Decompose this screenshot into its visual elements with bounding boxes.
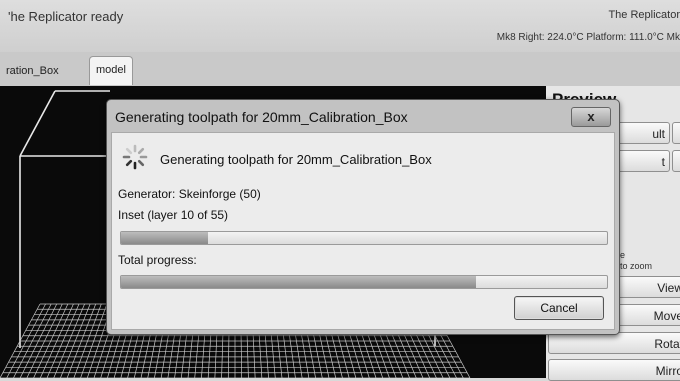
dialog-body: Generating toolpath for 20mm_Calibration… bbox=[111, 132, 615, 330]
preview-button-2[interactable] bbox=[672, 122, 680, 144]
preview-button-4[interactable] bbox=[672, 150, 680, 172]
total-progress-bar bbox=[120, 275, 608, 289]
layer-progress-fill bbox=[121, 232, 209, 244]
tab-model[interactable]: model bbox=[89, 56, 133, 85]
machine-name: The Replicator bbox=[608, 9, 680, 21]
generator-label: Generator: Skeinforge (50) bbox=[118, 187, 261, 201]
rotate-button[interactable]: Rotat bbox=[548, 332, 680, 354]
tab-calibration-box[interactable]: ration_Box bbox=[0, 58, 65, 84]
layer-progress-bar bbox=[120, 231, 608, 245]
status-bar: 'he Replicator ready The Replicator Mk8 … bbox=[0, 0, 680, 52]
close-icon: x bbox=[587, 109, 595, 124]
toolpath-progress-dialog: Generating toolpath for 20mm_Calibration… bbox=[106, 99, 620, 335]
progress-heading: Generating toolpath for 20mm_Calibration… bbox=[160, 152, 432, 167]
temperature-readout: Mk8 Right: 224.0°C Platform: 111.0°C Mk bbox=[496, 32, 680, 43]
total-progress-fill bbox=[121, 276, 476, 288]
layer-status-label: Inset (layer 10 of 55) bbox=[118, 208, 229, 222]
machine-status: 'he Replicator ready bbox=[8, 9, 124, 24]
tab-strip: ration_Box model bbox=[0, 52, 680, 86]
loading-spinner-icon bbox=[122, 144, 148, 170]
zoom-hint-prefix: e bbox=[620, 250, 626, 260]
zoom-hint: to zoom bbox=[620, 261, 653, 271]
close-button[interactable]: x bbox=[571, 107, 611, 127]
dialog-title: Generating toolpath for 20mm_Calibration… bbox=[115, 109, 408, 125]
total-progress-label: Total progress: bbox=[118, 253, 197, 267]
cancel-button[interactable]: Cancel bbox=[514, 296, 604, 320]
